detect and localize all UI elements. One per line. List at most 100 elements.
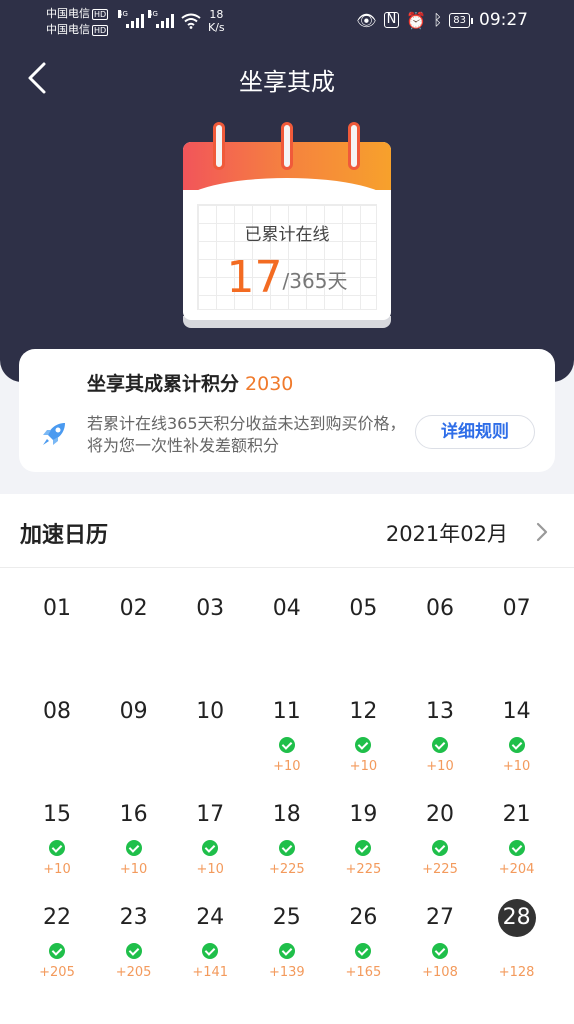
network-type-1: 4G <box>118 10 128 18</box>
points-card: 坐享其成累计积分 2030 若累计在线365天积分收益未达到购买价格，将为您一次性… <box>19 349 555 472</box>
calendar-day-number: 27 <box>426 905 454 930</box>
calendar-day[interactable]: 20 +225 <box>402 796 478 892</box>
day-points: +225 <box>345 862 382 877</box>
calendar-day-number: 18 <box>272 802 301 827</box>
calendar-day-number: 19 <box>349 802 378 827</box>
calendar-day[interactable]: 14 +10 <box>479 693 555 789</box>
day-points: +128 <box>498 965 535 980</box>
calendar-day[interactable]: 02 <box>96 590 172 686</box>
calendar-day-number: 20 <box>426 802 454 827</box>
points-value: 2030 <box>245 373 294 395</box>
calendar-day-number: 14 <box>502 699 531 724</box>
calendar-day[interactable]: 08 <box>19 693 95 789</box>
day-points: +139 <box>268 965 305 980</box>
calendar-day[interactable]: 04 <box>249 590 325 686</box>
check-circle-icon <box>278 737 295 753</box>
rocket-icon <box>43 423 65 445</box>
detailed-rules-button[interactable]: 详细规则 <box>415 415 535 449</box>
calendar-day[interactable]: 01 <box>19 590 95 686</box>
carrier-info: 中国电信 HD 中国电信 HD <box>46 6 109 38</box>
calendar-day[interactable]: 11 +10 <box>249 693 325 789</box>
speed-value: 18 <box>209 8 224 21</box>
calendar-day-number: 06 <box>426 596 454 621</box>
day-points: +225 <box>268 862 305 877</box>
binder-ring-icon <box>281 122 293 170</box>
day-points: +204 <box>498 862 535 877</box>
calendar-day[interactable]: 18 +225 <box>249 796 325 892</box>
check-circle-icon <box>49 840 65 856</box>
calendar-day[interactable]: 23 +205 <box>96 899 172 995</box>
calendar-day[interactable]: 24 +141 <box>172 899 248 995</box>
accel-calendar-section: 加速日历 2021年02月 01 02 03 04 05 06 07 08 09 10 11 +10 1… <box>0 494 574 1024</box>
calendar-day[interactable]: 12 +10 <box>325 693 401 789</box>
calendar-day[interactable]: 10 <box>172 693 248 789</box>
day-points: +108 <box>422 965 458 980</box>
day-points: +10 <box>43 862 71 877</box>
calendar-day[interactable]: 07 <box>479 590 555 686</box>
calendar-day[interactable]: 16 +10 <box>96 796 172 892</box>
check-circle-icon <box>508 737 525 753</box>
calendar-day[interactable]: 28 +128 <box>479 899 555 995</box>
calendar-day[interactable]: 05 <box>325 590 401 686</box>
check-circle-icon <box>432 840 448 856</box>
calendar-day-number: 02 <box>119 596 148 621</box>
calendar-day-number: 13 <box>426 699 454 724</box>
check-circle-icon <box>432 737 448 753</box>
calendar-day[interactable]: 25 +139 <box>249 899 325 995</box>
day-points: +10 <box>119 862 148 877</box>
speed-unit: K/s <box>208 21 225 34</box>
calendar-day-number: 22 <box>43 905 71 930</box>
online-days-calendar: 已累计在线 17/365天 <box>183 122 391 328</box>
check-circle-icon <box>278 840 295 856</box>
hd-badge-1: HD <box>92 9 109 20</box>
check-circle-icon <box>355 943 372 959</box>
calendar-day[interactable]: 15 +10 <box>19 796 95 892</box>
day-points: +205 <box>115 965 152 980</box>
calendar-day-number: 03 <box>196 596 225 621</box>
calendar-day-number: 16 <box>119 802 148 827</box>
check-circle-icon <box>125 840 142 856</box>
signal-icon-1: 4G <box>118 10 144 28</box>
points-description: 若累计在线365天积分收益未达到购买价格，将为您一次性补发差额积分 <box>87 414 406 455</box>
nfc-icon: N <box>383 12 400 28</box>
calendar-day-number: 10 <box>196 699 225 724</box>
online-days-value: 17 <box>226 252 283 303</box>
check-circle-icon <box>432 943 448 959</box>
online-days-count: 17/365天 <box>183 252 391 303</box>
calendar-day[interactable]: 09 <box>96 693 172 789</box>
page-title: 坐享其成 <box>239 68 335 96</box>
status-bar: 中国电信 HD 中国电信 HD 4G 4G 18 K/s 👁 N ⏰ ᛒ 83 09… <box>0 0 574 44</box>
calendar-day[interactable]: 19 +225 <box>325 796 401 892</box>
online-days-total: /365天 <box>282 269 348 293</box>
accel-calendar-header: 加速日历 2021年02月 <box>0 494 574 568</box>
calendar-day[interactable]: 26 +165 <box>325 899 401 995</box>
chevron-right-icon[interactable] <box>534 520 550 544</box>
calendar-day[interactable]: 27 +108 <box>402 899 478 995</box>
day-points: +165 <box>345 965 382 980</box>
day-points: +10 <box>196 862 224 877</box>
calendar-day[interactable]: 03 <box>172 590 248 686</box>
calendar-day[interactable]: 06 <box>402 590 478 686</box>
signal-icon-2: 4G <box>148 10 174 28</box>
calendar-day-number: 08 <box>43 699 71 724</box>
bluetooth-icon: ᛒ <box>433 11 443 29</box>
calendar-day[interactable]: 13 +10 <box>402 693 478 789</box>
calendar-day[interactable]: 17 +10 <box>172 796 248 892</box>
check-circle-icon <box>508 840 525 856</box>
carrier-name-1: 中国电信 <box>46 7 90 20</box>
binder-ring-icon <box>348 122 360 170</box>
day-points: +205 <box>39 965 75 980</box>
points-title-text: 坐享其成累计积分 <box>87 373 240 395</box>
calendar-day-number: 09 <box>119 699 148 724</box>
clock-time: 09:27 <box>479 10 528 30</box>
calendar-month[interactable]: 2021年02月 <box>386 518 508 548</box>
day-points: +10 <box>349 759 378 774</box>
calendar-day[interactable]: 21 +204 <box>479 796 555 892</box>
calendar-day-number: 05 <box>349 596 378 621</box>
calendar-day[interactable]: 22 +205 <box>19 899 95 995</box>
calendar-day-number: 17 <box>196 802 225 827</box>
network-speed: 18 K/s <box>208 8 225 34</box>
accel-calendar-title: 加速日历 <box>20 523 109 548</box>
status-icons: 👁 N ⏰ ᛒ 83 09:27 <box>356 10 528 30</box>
calendar-day-number: 11 <box>272 699 301 724</box>
